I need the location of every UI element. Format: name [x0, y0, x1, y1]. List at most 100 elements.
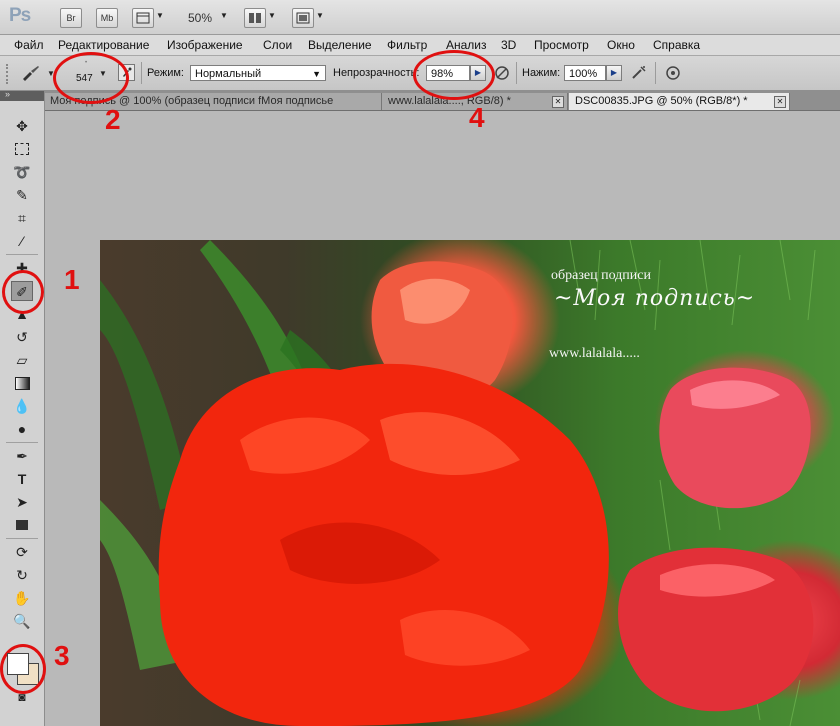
- close-icon[interactable]: ✕: [552, 96, 564, 108]
- foreground-color-swatch[interactable]: [7, 653, 29, 675]
- path-selection-icon: ➤: [16, 494, 28, 510]
- tool-preset-picker[interactable]: [20, 64, 42, 85]
- tools-separator: [6, 538, 38, 539]
- annotation-number: 2: [105, 104, 121, 135]
- screen-mode-caret-icon[interactable]: ▼: [316, 11, 324, 20]
- magnifier-icon: 🔍: [13, 613, 31, 629]
- tablet-opacity-button[interactable]: [493, 64, 511, 85]
- gradient-tool[interactable]: [11, 373, 33, 393]
- hand-icon: ✋: [13, 590, 31, 606]
- menu-select[interactable]: Выделение: [308, 38, 372, 52]
- mode-select-caret-icon: ▼: [312, 69, 321, 79]
- collapse-icon[interactable]: »: [5, 89, 10, 99]
- eyedropper-tool[interactable]: ⁄: [11, 231, 33, 251]
- history-brush-tool[interactable]: ↺: [11, 327, 33, 347]
- view-extras-button[interactable]: [132, 8, 154, 28]
- eyedropper-icon: ⁄: [20, 233, 24, 249]
- hand-tool[interactable]: ✋: [11, 588, 33, 608]
- flow-input[interactable]: 100%: [564, 65, 606, 81]
- 3d-orbit-tool[interactable]: ↻: [11, 565, 33, 585]
- pen-icon: ✒: [16, 448, 28, 464]
- menu-help[interactable]: Справка: [653, 38, 700, 52]
- gradient-icon: [14, 377, 30, 390]
- move-tool[interactable]: ✥: [11, 116, 33, 136]
- menu-3d[interactable]: 3D: [501, 38, 516, 52]
- tools-panel: » ✥ ➰ ✎ ⌗ ⁄ ✚ ✐ ▲ ↺ ▱ 💧 ● ✒ T ➤ ⟳ ↻ ✋ 🔍 …: [0, 89, 45, 726]
- options-separator: [516, 62, 517, 84]
- bridge-button[interactable]: Br: [60, 8, 82, 28]
- document-tab-bar: Моя подпись @ 100% (образец подписи fМоя…: [0, 91, 840, 111]
- watermark-url: www.lalalala.....: [549, 346, 640, 361]
- path-selection-tool[interactable]: ➤: [11, 492, 33, 512]
- dodge-icon: ●: [17, 421, 27, 437]
- menu-edit[interactable]: Редактирование: [58, 38, 149, 52]
- application-bar: Ps Br Mb ▼ 50% ▼ ▼ ▼: [0, 0, 840, 35]
- tools-panel-header[interactable]: »: [0, 89, 44, 101]
- watermark-signature: ~Моя подпись~: [554, 286, 756, 311]
- lasso-tool[interactable]: ➰: [11, 162, 33, 182]
- menu-filter[interactable]: Фильтр: [387, 38, 427, 52]
- tools-separator: [6, 442, 38, 443]
- 3d-rotate-icon: ⟳: [16, 544, 28, 560]
- crop-tool[interactable]: ⌗: [11, 208, 33, 228]
- flow-slider-button[interactable]: ▶: [606, 65, 622, 81]
- mode-select-value: Нормальный: [195, 68, 262, 80]
- photoshop-logo: Ps: [9, 5, 31, 26]
- annotation-circle-opacity: [413, 50, 495, 100]
- airbrush-icon: [632, 66, 646, 79]
- marquee-tool[interactable]: [11, 139, 33, 159]
- arrange-documents-button[interactable]: [244, 8, 266, 28]
- tablet-pressure-opacity-icon: [495, 66, 509, 80]
- tablet-size-button[interactable]: [664, 64, 682, 85]
- options-grip[interactable]: [6, 64, 12, 84]
- dodge-tool[interactable]: ●: [11, 419, 33, 439]
- 3d-orbit-icon: ↻: [16, 567, 28, 583]
- zoom-level[interactable]: 50%: [188, 11, 212, 25]
- watermark-caption: образец подписи: [551, 268, 651, 283]
- blur-drop-icon: 💧: [13, 398, 31, 414]
- 3d-rotate-tool[interactable]: ⟳: [11, 542, 33, 562]
- menu-file[interactable]: Файл: [14, 38, 44, 52]
- history-brush-icon: ↺: [16, 329, 28, 345]
- flow-label: Нажим:: [522, 67, 561, 79]
- annotation-number: 4: [469, 102, 485, 133]
- tools-separator: [6, 254, 38, 255]
- eraser-icon: ▱: [16, 352, 28, 368]
- marquee-icon: [15, 143, 29, 155]
- zoom-tool[interactable]: 🔍: [11, 611, 33, 631]
- menu-window[interactable]: Окно: [607, 38, 635, 52]
- mode-label: Режим:: [147, 67, 184, 79]
- tab-label: DSC00835.JPG @ 50% (RGB/8*) *: [575, 95, 748, 107]
- annotation-circle-brush: [2, 270, 44, 314]
- type-icon: T: [17, 471, 27, 487]
- annotation-circle-brush-size: [53, 52, 129, 104]
- quick-selection-tool[interactable]: ✎: [11, 185, 33, 205]
- arrange-documents-icon: [249, 13, 261, 23]
- arrange-caret-icon[interactable]: ▼: [268, 11, 276, 20]
- photo-tulips: [100, 240, 816, 726]
- opacity-label: Непрозрачность:: [333, 67, 420, 79]
- menu-bar: Файл Редактирование Изображение Слои Выд…: [0, 35, 840, 56]
- blur-tool[interactable]: 💧: [11, 396, 33, 416]
- zoom-caret-icon[interactable]: ▼: [220, 11, 228, 20]
- airbrush-button[interactable]: [630, 64, 648, 85]
- mode-select[interactable]: Нормальный ▼: [190, 65, 326, 81]
- menu-layers[interactable]: Слои: [263, 38, 292, 52]
- view-extras-icon: [136, 12, 150, 24]
- rectangle-tool[interactable]: [11, 515, 33, 535]
- pen-tool[interactable]: ✒: [11, 446, 33, 466]
- options-separator: [655, 62, 656, 84]
- annotation-number: 3: [54, 640, 70, 671]
- eraser-tool[interactable]: ▱: [11, 350, 33, 370]
- close-icon[interactable]: ✕: [774, 96, 786, 108]
- crop-icon: ⌗: [18, 210, 26, 226]
- screen-mode-button[interactable]: [292, 8, 314, 28]
- rectangle-icon: [16, 520, 28, 530]
- view-extras-caret-icon[interactable]: ▼: [156, 11, 164, 20]
- tab-dsc00835[interactable]: DSC00835.JPG @ 50% (RGB/8*) * ✕: [569, 93, 790, 110]
- menu-view[interactable]: Просмотр: [534, 38, 589, 52]
- type-tool[interactable]: T: [11, 469, 33, 489]
- mini-bridge-button[interactable]: Mb: [96, 8, 118, 28]
- menu-image[interactable]: Изображение: [167, 38, 243, 52]
- document-canvas[interactable]: образец подписи ~Моя подпись~ www.lalala…: [100, 240, 840, 726]
